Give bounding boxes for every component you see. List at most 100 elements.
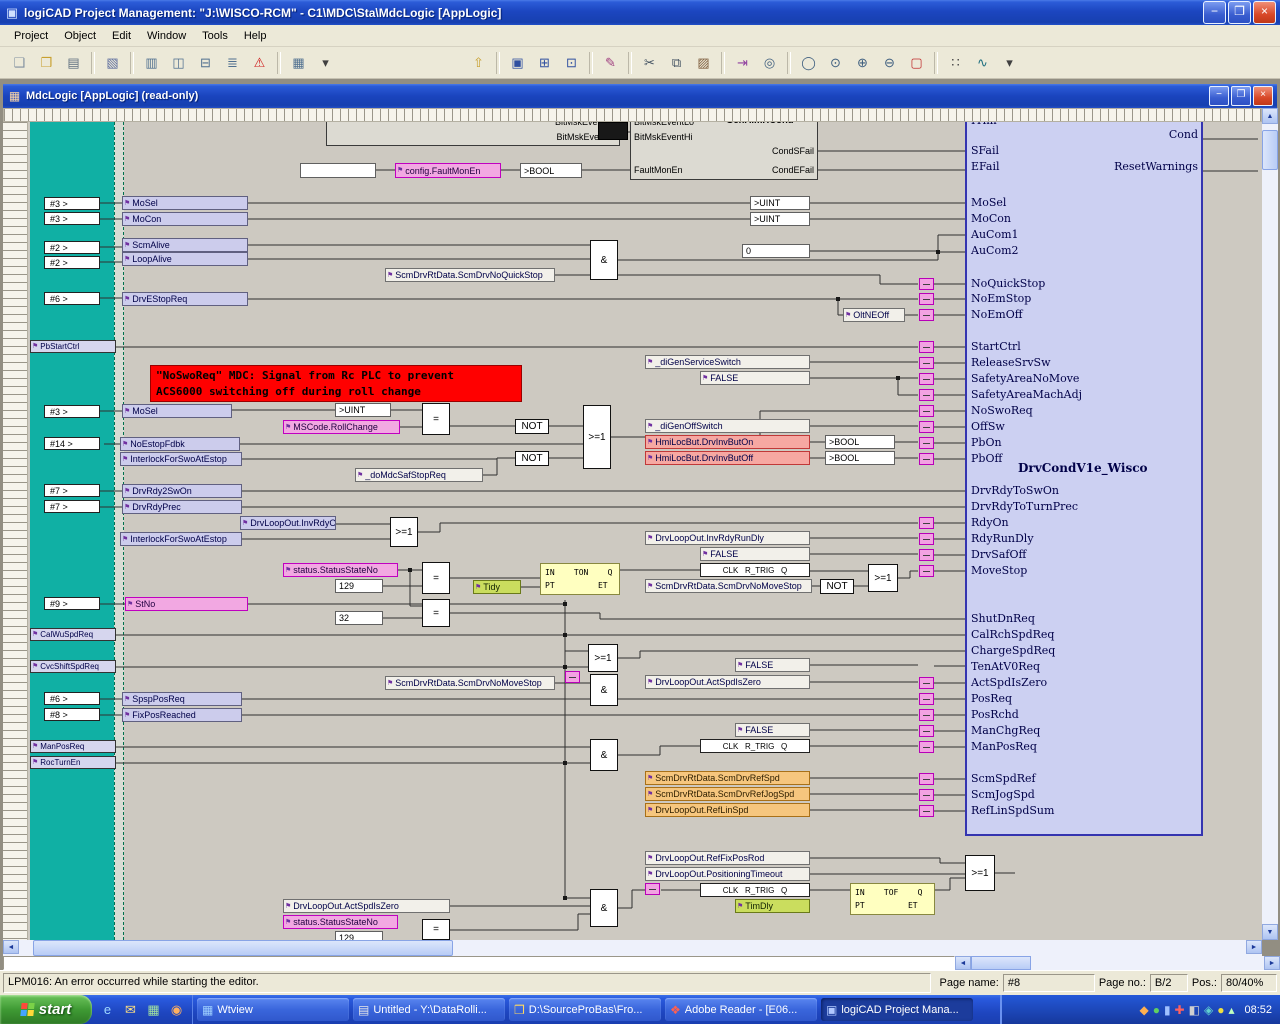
connector-icon[interactable] (919, 405, 934, 417)
value-box[interactable]: >BOOL (825, 451, 895, 465)
signal-label[interactable]: ⚑InterlockForSwoAtEstop (120, 452, 242, 466)
signal-label[interactable]: ⚑MoSel (122, 404, 232, 418)
tray-icon-4[interactable]: ✚ (1175, 1003, 1185, 1017)
signal-label[interactable]: ⚑DrvRdyPrec (122, 500, 242, 514)
pane-scroll-thumb[interactable] (971, 956, 1031, 970)
or-gate[interactable]: >=1 (390, 517, 418, 547)
signal-label[interactable]: ⚑MoSel (122, 196, 248, 210)
zoom-page-icon[interactable]: ◯ (796, 50, 821, 75)
child-restore-button[interactable]: ❐ (1231, 86, 1251, 106)
signal-label[interactable]: ⚑LoopAlive (122, 252, 248, 266)
connector-icon[interactable] (919, 517, 934, 529)
signal-label[interactable]: ⚑DrvLoopOut.ActSpdIsZero (283, 899, 450, 913)
connector-icon[interactable] (919, 693, 934, 705)
connector-icon[interactable] (919, 293, 934, 305)
signal-label[interactable]: ⚑HmiLocBut.DrvInvButOn (645, 435, 810, 449)
cut-icon[interactable]: ✂ (637, 50, 662, 75)
rtrig-block[interactable]: CLK R_TRIG Q (700, 739, 810, 753)
input-connector-tag[interactable]: #2 > (44, 256, 100, 269)
connector-icon[interactable] (919, 725, 934, 737)
input-connector-tag[interactable]: #3 > (44, 212, 100, 225)
comment-box[interactable]: "NoSwoReq" MDC: Signal from Rc PLC to pr… (150, 365, 522, 402)
input-connector-tag[interactable]: #9 > (44, 597, 100, 610)
value-box[interactable]: >UINT (750, 212, 810, 226)
menu-window[interactable]: Window (139, 27, 194, 45)
tray-icon-3[interactable]: ▮ (1164, 1003, 1171, 1017)
close-button[interactable]: × (1253, 1, 1276, 24)
signal-label[interactable]: ⚑status.StatusStateNo (283, 915, 398, 929)
task-adobe-reader[interactable]: ❖Adobe Reader - [E06... (665, 998, 817, 1021)
scroll-left-button[interactable]: ◄ (3, 940, 19, 954)
menu-edit[interactable]: Edit (104, 27, 139, 45)
value-box[interactable]: >BOOL (520, 163, 582, 178)
eq-gate[interactable]: = (422, 562, 450, 594)
signal-label[interactable]: ⚑FixPosReached (122, 708, 242, 722)
connector-icon[interactable] (919, 773, 934, 785)
value-box[interactable]: 0 (742, 244, 810, 258)
and-gate[interactable]: & (590, 889, 618, 927)
signal-label[interactable]: ⚑RocTurnEn (30, 756, 116, 769)
input-connector-tag[interactable]: #14 > (44, 437, 100, 450)
print-icon[interactable]: ▤ (61, 50, 86, 75)
eq-gate[interactable]: = (422, 599, 450, 627)
input-connector-tag[interactable]: #6 > (44, 692, 100, 705)
signal-label[interactable]: ⚑ScmDrvRtData.ScmDrvNoMoveStop (385, 676, 555, 690)
grid-icon[interactable]: ∷ (943, 50, 968, 75)
and-gate[interactable]: & (590, 240, 618, 280)
ole-object-icon[interactable]: ▦ (286, 50, 311, 75)
quicklaunch-desktop-icon[interactable]: ▦ (143, 999, 164, 1020)
connector-icon[interactable] (919, 677, 934, 689)
signal-label[interactable]: ⚑FALSE (700, 371, 810, 385)
constant-chip[interactable]: ⚑Tidy (473, 580, 521, 594)
constant-chip[interactable]: ⚑TimDly (735, 899, 810, 913)
tray-icon-8[interactable]: ▴ (1228, 1003, 1234, 1017)
save-all-icon[interactable]: ⊞ (532, 50, 557, 75)
signal-label[interactable]: ⚑status.StatusStateNo (283, 563, 398, 577)
value-box[interactable]: >UINT (335, 403, 391, 417)
signal-label[interactable]: ⚑ScmDrvRtData.ScmDrvNoQuickStop (385, 268, 555, 282)
signal-label[interactable]: ⚑ManPosReq (30, 740, 116, 753)
connector-icon[interactable] (919, 549, 934, 561)
not-gate[interactable]: NOT (820, 579, 854, 594)
connector-icon[interactable] (919, 373, 934, 385)
child-close-button[interactable]: × (1253, 86, 1273, 106)
input-connector-tag[interactable]: #3 > (44, 197, 100, 210)
and-gate[interactable]: & (590, 674, 618, 706)
task-untitled-notepad[interactable]: ▤Untitled - Y:\DataRolli... (353, 998, 505, 1021)
connector-icon[interactable] (919, 421, 934, 433)
input-connector-tag[interactable]: #7 > (44, 500, 100, 513)
or-gate[interactable]: >=1 (965, 855, 995, 891)
vertical-scroll-thumb[interactable] (1262, 130, 1278, 170)
signal-label[interactable]: ⚑_diGenServiceSwitch (645, 355, 810, 369)
signal-label[interactable]: ⚑SpspPosReq (122, 692, 242, 706)
copy-icon[interactable]: ⧉ (664, 50, 689, 75)
tile-horizontal-icon[interactable]: ◫ (166, 50, 191, 75)
connector-icon[interactable] (919, 453, 934, 465)
timer-block[interactable]: IN TOF Q PT ET (850, 883, 935, 915)
rtrig-block[interactable]: CLK R_TRIG Q (700, 563, 810, 577)
connector-icon[interactable] (919, 789, 934, 801)
connector-icon[interactable] (645, 883, 660, 895)
signal-label[interactable]: ⚑MoCon (122, 212, 248, 226)
connector-icon[interactable] (919, 309, 934, 321)
connect-icon[interactable]: ∿ (970, 50, 995, 75)
task-logicad[interactable]: ▣logiCAD Project Mana... (821, 998, 973, 1021)
menu-project[interactable]: Project (6, 27, 56, 45)
find-icon[interactable]: ◎ (757, 50, 782, 75)
signal-label[interactable]: ⚑DrvLoopOut.ActSpdIsZero (645, 675, 810, 689)
signal-label[interactable]: ⚑StNo (125, 597, 248, 611)
list-view-icon[interactable]: ≣ (220, 50, 245, 75)
input-connector-tag[interactable]: #6 > (44, 292, 100, 305)
signal-label[interactable]: ⚑MSCode.RollChange (283, 420, 400, 434)
not-gate[interactable]: NOT (515, 451, 549, 466)
signal-label[interactable]: ⚑DrvLoopOut.PositioningTimeout (645, 867, 810, 881)
signal-label[interactable]: ⚑ScmDrvRtData.ScmDrvRefSpd (645, 771, 810, 785)
zoom-in-icon[interactable]: ⊕ (850, 50, 875, 75)
tray-icon-7[interactable]: ● (1217, 1003, 1224, 1017)
quicklaunch-player-icon[interactable]: ◉ (166, 999, 187, 1020)
timer-block[interactable]: IN TON Q PT ET (540, 563, 620, 595)
pane-scroll-right-button[interactable]: ► (1264, 956, 1280, 970)
warning-icon[interactable]: ⚠ (247, 50, 272, 75)
signal-label[interactable]: ⚑ScmDrvRtData.ScmDrvRefJogSpd (645, 787, 810, 801)
signal-label[interactable]: ⚑FALSE (700, 547, 810, 561)
